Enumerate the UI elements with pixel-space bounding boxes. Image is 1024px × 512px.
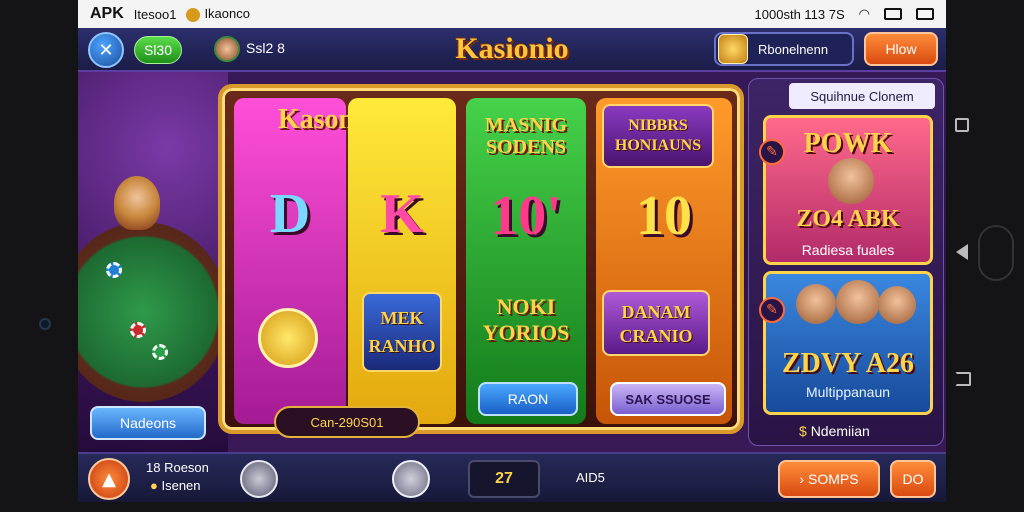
reel-4-button[interactable]: SAK SSUOSE xyxy=(610,382,726,416)
card-2-portrait xyxy=(836,280,880,324)
top-bar: ✕ Sl30 Ssl2 8 Kasionio Rbonelnenn Hlow xyxy=(78,28,946,72)
speaker-grille xyxy=(978,225,1014,281)
wifi-icon: ◠ xyxy=(858,6,870,21)
counter-box: 27 xyxy=(468,460,540,498)
aid-label: AID5 xyxy=(576,470,605,485)
reel-3-button[interactable]: RAON xyxy=(478,382,578,416)
reel-2-badge: MEK RANHO xyxy=(362,292,442,372)
reel-4-title: NIBBRS HONIAUNS xyxy=(602,104,714,168)
gear-icon[interactable] xyxy=(240,460,278,498)
recent-apps-icon[interactable] xyxy=(955,118,969,132)
reel-3-title: MASNIG SODENS xyxy=(484,114,568,158)
slot-machine: Kasono D K MEK RANHO MASNIG SODENS 10' N… xyxy=(218,84,744,434)
right-panel: Squihnue Clonem POWK ZO4 ABK Radiesa fua… xyxy=(748,78,944,446)
status-left-text: Itesoo1 xyxy=(133,6,177,22)
card-2-portrait xyxy=(878,286,916,324)
avatar[interactable] xyxy=(214,36,240,62)
device-frame: APK Itesoo1 Ikaonco 1000sth 113 7S ◠ ✕ S… xyxy=(0,0,1024,512)
bottom-orange-button-2[interactable]: DO xyxy=(890,460,936,498)
warning-icon[interactable]: ▲ xyxy=(88,458,130,500)
reel-1-symbol: D xyxy=(269,183,311,245)
left-blue-button[interactable]: Nadeons xyxy=(90,406,206,440)
card-1-portrait xyxy=(828,158,874,204)
status-right-text: 1000sth 113 7S xyxy=(754,6,845,22)
player-count: Ssl2 8 xyxy=(246,40,285,56)
coin-label: Rbonelnenn xyxy=(758,41,829,57)
card-1-big: ZO4 ABK xyxy=(796,206,900,232)
game-logo: Kasionio xyxy=(455,32,569,65)
bottom-text-1: 18 Roeson xyxy=(146,460,209,475)
right-panel-header: Squihnue Clonem xyxy=(789,83,935,109)
chip-icon xyxy=(130,322,146,338)
back-icon[interactable] xyxy=(956,244,968,260)
home-icon[interactable] xyxy=(955,372,971,386)
reel-1: Kasono D xyxy=(234,98,368,424)
reel-3-badge: NOKI YORIOS xyxy=(482,294,570,345)
apk-label: APK xyxy=(90,5,124,22)
pin-icon[interactable]: ✎ xyxy=(759,139,785,165)
bottom-orange-button[interactable]: › SOMPS xyxy=(778,460,880,498)
top-orange-button[interactable]: Hlow xyxy=(864,32,938,66)
green-badge-button[interactable]: Sl30 xyxy=(134,36,182,64)
reel-4-badge: DANAM CRANIO xyxy=(602,290,710,356)
card-1-title: POWK xyxy=(803,128,893,159)
reel-3-symbol: 10' xyxy=(490,185,562,247)
card-2-sub: Multippanaun xyxy=(805,384,891,400)
casino-table xyxy=(78,222,228,402)
background-scene xyxy=(78,72,228,452)
coin-balance[interactable]: Rbonelnenn xyxy=(714,32,854,66)
chip-icon xyxy=(152,344,168,360)
app-name-label: Ikaonco xyxy=(186,6,250,22)
reel-2-symbol: K xyxy=(380,183,424,245)
pin-icon[interactable]: ✎ xyxy=(759,297,785,323)
dealer-figure xyxy=(114,176,160,230)
game-screen: ✕ Sl30 Ssl2 8 Kasionio Rbonelnenn Hlow N… xyxy=(78,28,946,502)
camera-icon xyxy=(39,318,51,330)
battery-icon-2 xyxy=(916,8,934,20)
battery-icon xyxy=(884,8,902,20)
status-bar: APK Itesoo1 Ikaonco 1000sth 113 7S ◠ xyxy=(78,0,946,28)
bullet-icon: ● xyxy=(150,478,158,493)
card-1-sub: Radiesa fuales xyxy=(801,242,895,258)
card-2-portrait xyxy=(796,284,836,324)
promo-card-1[interactable]: POWK ZO4 ABK Radiesa fuales xyxy=(763,115,933,265)
reel-4: NIBBRS HONIAUNS 10 DANAM CRANIO xyxy=(596,98,732,424)
bottom-text-2: ● Isenen xyxy=(150,478,201,493)
chevron-icon: › xyxy=(799,471,805,487)
card-2-big: ZDVY A26 xyxy=(782,348,914,379)
coin-pile-icon xyxy=(258,308,318,368)
promo-card-2[interactable]: ZDVY A26 Multippanaun xyxy=(763,271,933,415)
app-coin-icon xyxy=(186,7,201,22)
center-round-button[interactable] xyxy=(392,460,430,498)
reel-3: MASNIG SODENS 10' NOKI YORIOS xyxy=(466,98,586,424)
reel-4-symbol: 10 xyxy=(636,185,692,247)
coin-icon xyxy=(718,34,748,64)
right-panel-footer: $ Ndemiian xyxy=(799,423,870,439)
dollar-icon: $ xyxy=(799,423,807,439)
bottom-bar: ▲ 18 Roeson ● Isenen 27 AID5 › SOMPS DO xyxy=(78,452,946,502)
reel-2: K MEK RANHO xyxy=(348,98,456,424)
center-pill-button[interactable]: Can-290S01 xyxy=(274,406,420,438)
chip-icon xyxy=(106,262,122,278)
settings-icon[interactable]: ✕ xyxy=(88,32,124,68)
